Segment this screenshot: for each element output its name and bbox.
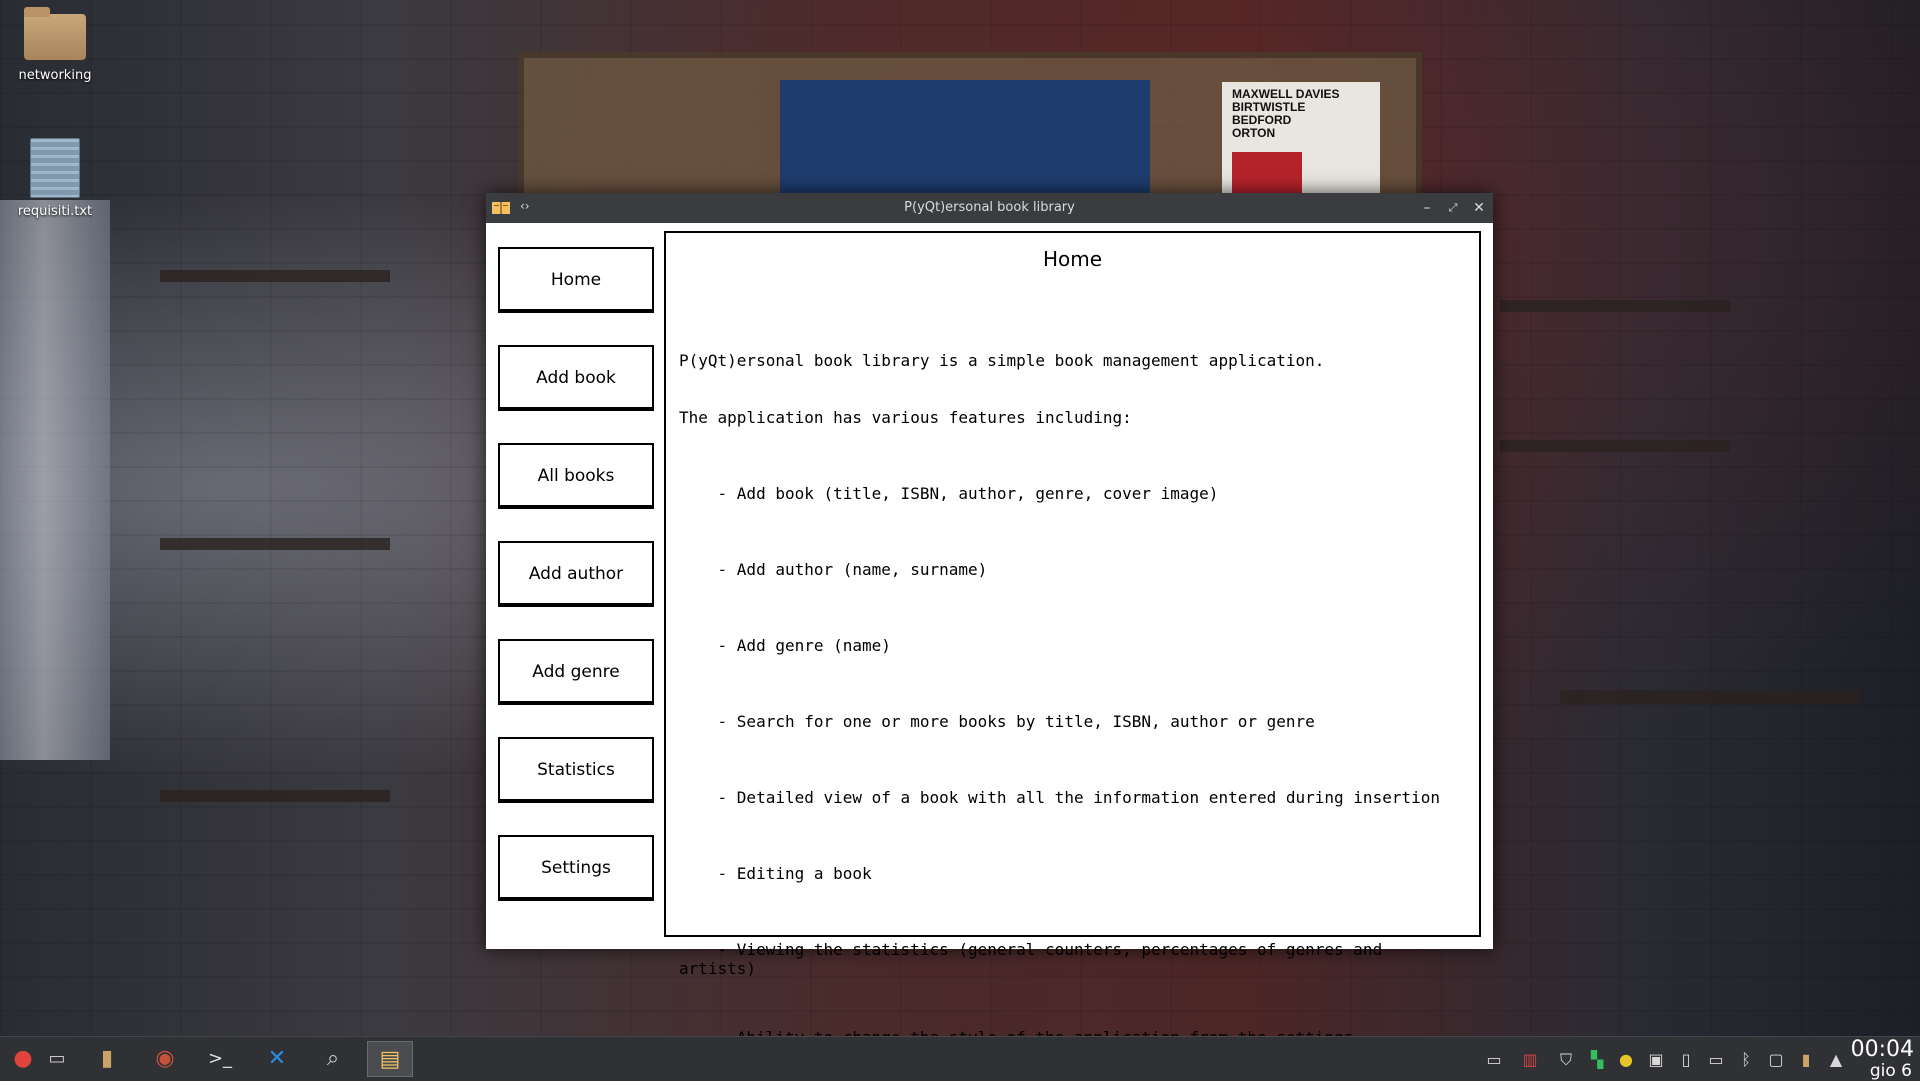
desk <box>1560 690 1860 704</box>
show-desktop-icon[interactable]: ▭ <box>34 1041 80 1077</box>
clock-time[interactable]: 00:04 <box>1851 1037 1914 1062</box>
feature-item: - Search for one or more books by title,… <box>679 712 1315 731</box>
feature-item: - Editing a book <box>679 864 872 883</box>
settings-button[interactable]: Settings <box>498 835 654 901</box>
bluetooth-icon[interactable]: ᛒ <box>1735 1049 1757 1071</box>
add-genre-button[interactable]: Add genre <box>498 639 654 705</box>
home-content-panel: Home P(yQt)ersonal book library is a sim… <box>664 231 1481 1047</box>
expand-icon[interactable]: ▲ <box>1825 1049 1847 1071</box>
minimize-icon[interactable]: – <box>1417 198 1437 218</box>
window-title: P(yQt)ersonal book library <box>904 200 1075 215</box>
intro-line: P(yQt)ersonal book library is a simple b… <box>679 351 1325 370</box>
maximize-icon[interactable]: ⤢ <box>1443 198 1463 218</box>
add-book-button[interactable]: Add book <box>498 345 654 411</box>
feature-item: - Add author (name, surname) <box>679 560 988 579</box>
folder-icon <box>24 7 86 60</box>
feature-item: - Detailed view of a book with all the i… <box>679 788 1440 807</box>
intro-line: The application has various features inc… <box>679 408 1132 427</box>
notification-icon[interactable]: ● <box>1615 1049 1637 1071</box>
window-light <box>0 200 110 760</box>
add-author-button[interactable]: Add author <box>498 541 654 607</box>
console-icon[interactable]: ▣ <box>1645 1049 1667 1071</box>
web-browser-icon[interactable]: ◉ <box>142 1041 188 1077</box>
file-manager-icon[interactable]: ▮ <box>84 1041 130 1077</box>
paper-poster: MAXWELL DAVIES BIRTWISTLE BEDFORD ORTON <box>1222 82 1380 197</box>
book-library-icon[interactable]: ▤ <box>367 1041 413 1077</box>
shield-icon[interactable]: ⛉ <box>1555 1049 1577 1071</box>
desktop-icon-label: requisiti.txt <box>17 204 93 219</box>
terminal-icon[interactable]: >_ <box>197 1041 243 1077</box>
search-icon[interactable]: ⌕ <box>310 1041 356 1077</box>
home-description: P(yQt)ersonal book library is a simple b… <box>679 313 1469 1085</box>
clock-date[interactable]: gio 6 <box>1870 1061 1912 1081</box>
shelf <box>160 790 390 802</box>
desktop-icon-requisiti[interactable]: requisiti.txt <box>0 138 110 219</box>
taskbar: ● ▭ ▮ ◉ >_ ✕ ⌕ ▤ ▭ ▥ ⛉ ▚ ● ▣ ▯ ▭ ᛒ ▢ ▮ ▲… <box>0 1036 1920 1081</box>
trash-icon[interactable]: ▥ <box>1519 1049 1541 1071</box>
display-icon[interactable]: ▢ <box>1765 1049 1787 1071</box>
text-file-icon <box>30 138 80 198</box>
home-button[interactable]: Home <box>498 247 654 313</box>
app-window: ‹› P(yQt)ersonal book library – ⤢ ✕ Home… <box>486 193 1493 1047</box>
all-books-button[interactable]: All books <box>498 443 654 509</box>
battery-icon[interactable]: ▭ <box>1705 1049 1727 1071</box>
sky-map-poster <box>780 80 1150 195</box>
device-icon[interactable]: ▮ <box>1795 1049 1817 1071</box>
sidebar-nav: Home Add book All books Add author Add g… <box>486 223 658 949</box>
shelf <box>1500 440 1730 452</box>
close-icon[interactable]: ✕ <box>1469 198 1489 218</box>
shelf <box>160 270 390 282</box>
desktop-icon-label: networking <box>18 68 92 83</box>
window-titlebar[interactable]: ‹› P(yQt)ersonal book library – ⤢ ✕ <box>486 193 1493 223</box>
manjaro-icon[interactable]: ▚ <box>1586 1049 1608 1071</box>
page-title: Home <box>1042 247 1103 271</box>
statistics-button[interactable]: Statistics <box>498 737 654 803</box>
feature-item: - Add genre (name) <box>679 636 891 655</box>
feature-item: - Viewing the statistics (general counte… <box>679 940 1392 978</box>
vscode-icon[interactable]: ✕ <box>254 1041 300 1077</box>
window-icon[interactable]: ▭ <box>1483 1049 1505 1071</box>
shelf <box>160 538 390 550</box>
clipboard-icon[interactable]: ▯ <box>1675 1049 1697 1071</box>
desktop-icon-networking[interactable]: networking <box>0 7 110 83</box>
feature-item: - Add book (title, ISBN, author, genre, … <box>679 484 1219 503</box>
shelf <box>1500 300 1730 312</box>
